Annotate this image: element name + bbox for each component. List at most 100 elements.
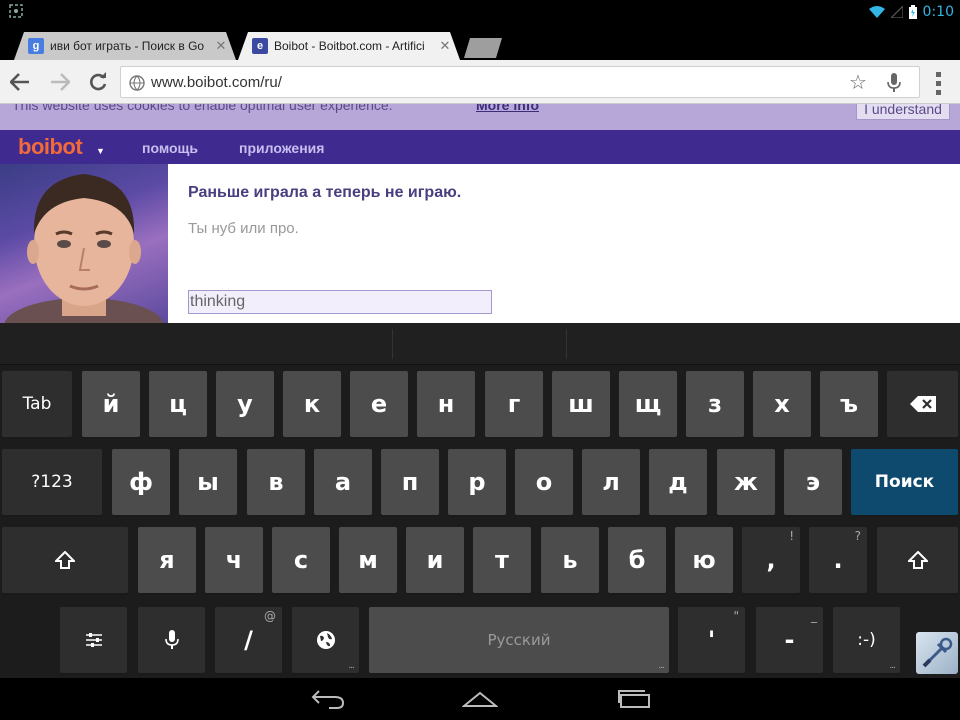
logo-dropdown-icon[interactable]: ▼ xyxy=(96,146,105,156)
key-letter[interactable]: з xyxy=(686,371,744,437)
key-letter[interactable]: х xyxy=(753,371,811,437)
boibot-favicon: e xyxy=(252,38,268,54)
suggestion-strip xyxy=(0,323,960,365)
key-dash[interactable]: - _ xyxy=(756,607,823,673)
key-letter[interactable]: ч xyxy=(205,527,263,593)
bot-message: Раньше играла а теперь не играю. xyxy=(188,184,462,201)
system-nav-bar xyxy=(0,678,960,720)
key-letter[interactable]: ю xyxy=(675,527,733,593)
cookie-banner: This website uses cookies to enable opti… xyxy=(0,104,960,130)
key-letter[interactable]: ф xyxy=(112,449,170,515)
key-letter[interactable]: ы xyxy=(179,449,237,515)
back-icon[interactable] xyxy=(8,70,32,94)
key-letter[interactable]: б xyxy=(608,527,666,593)
input-method-icon[interactable] xyxy=(916,632,958,674)
key-label: ' xyxy=(707,626,716,654)
key-hint: @ xyxy=(264,609,276,623)
key-apostrophe[interactable]: ' " xyxy=(678,607,745,673)
new-tab-button[interactable] xyxy=(464,38,502,58)
battery-icon xyxy=(908,5,917,19)
key-letter[interactable]: д xyxy=(649,449,707,515)
key-letter[interactable]: й xyxy=(82,371,140,437)
key-more-dots: ... xyxy=(348,661,355,671)
close-tab-icon[interactable]: ✕ xyxy=(214,38,228,54)
address-bar[interactable]: www.boibot.com/ru/ ☆ xyxy=(120,66,920,98)
shift-icon[interactable] xyxy=(877,527,958,593)
cookie-text: This website uses cookies to enable opti… xyxy=(12,104,393,113)
nav-help-link[interactable]: помощь xyxy=(142,140,198,156)
language-globe-icon[interactable]: ... xyxy=(292,607,359,673)
key-letter[interactable]: с xyxy=(272,527,330,593)
key-letter[interactable]: ш xyxy=(552,371,610,437)
key-letter[interactable]: ж xyxy=(717,449,775,515)
key-letter[interactable]: л xyxy=(582,449,640,515)
key-symbols[interactable]: ?123 xyxy=(2,449,102,515)
key-slash[interactable]: / @ xyxy=(215,607,282,673)
user-message: Ты нуб или про. xyxy=(188,220,299,237)
key-smiley[interactable]: :-) ... xyxy=(833,607,900,673)
boibot-logo[interactable]: boibot xyxy=(18,134,83,160)
soft-keyboard: Tab й ц у к е н г ш щ з х ъ ?123 ф ы в а… xyxy=(0,323,960,678)
tab-strip: g иви бот играть - Поиск в Go ✕ e Boibot… xyxy=(0,24,960,60)
key-letter[interactable]: а xyxy=(314,449,372,515)
forward-icon[interactable] xyxy=(48,70,72,94)
globe-icon xyxy=(129,75,145,91)
key-letter[interactable]: и xyxy=(406,527,464,593)
key-comma[interactable]: , ! xyxy=(742,527,800,593)
chat-input[interactable]: thinking xyxy=(188,290,492,314)
key-letter[interactable]: п xyxy=(381,449,439,515)
google-favicon: g xyxy=(28,38,44,54)
web-content: This website uses cookies to enable opti… xyxy=(0,104,960,323)
settings-sliders-icon[interactable] xyxy=(60,607,127,673)
key-letter[interactable]: э xyxy=(784,449,842,515)
close-tab-icon[interactable]: ✕ xyxy=(438,38,452,54)
key-letter[interactable]: р xyxy=(448,449,506,515)
key-letter[interactable]: ь xyxy=(541,527,599,593)
shift-icon[interactable] xyxy=(2,527,128,593)
key-letter[interactable]: т xyxy=(473,527,531,593)
key-letter[interactable]: к xyxy=(283,371,341,437)
suggestion-divider xyxy=(392,329,393,359)
nav-back-icon[interactable] xyxy=(308,686,348,712)
key-letter[interactable]: у xyxy=(216,371,274,437)
nav-recent-apps-icon[interactable] xyxy=(614,686,654,712)
cookie-accept-button[interactable]: I understand xyxy=(856,104,950,120)
nav-home-icon[interactable] xyxy=(460,686,500,712)
key-letter[interactable]: в xyxy=(247,449,305,515)
backspace-icon[interactable] xyxy=(887,371,958,437)
browser-toolbar: www.boibot.com/ru/ ☆ xyxy=(0,60,960,104)
nav-apps-link[interactable]: приложения xyxy=(239,140,324,156)
wifi-icon xyxy=(868,6,885,18)
key-letter[interactable]: щ xyxy=(619,371,677,437)
search-key[interactable]: Поиск xyxy=(851,449,958,515)
screenshot-icon xyxy=(8,4,24,20)
tab-google-search[interactable]: g иви бот играть - Поиск в Go ✕ xyxy=(14,32,236,60)
mic-icon[interactable] xyxy=(883,72,905,94)
site-nav: boibot ▼ помощь приложения xyxy=(0,130,960,164)
star-icon[interactable]: ☆ xyxy=(847,72,869,94)
key-hint: ? xyxy=(854,529,861,543)
key-letter[interactable]: н xyxy=(417,371,475,437)
reload-icon[interactable] xyxy=(86,70,110,94)
mic-icon[interactable] xyxy=(138,607,205,673)
tab-boibot[interactable]: e Boibot - Boitbot.com - Artifici ✕ xyxy=(238,32,460,60)
key-letter[interactable]: г xyxy=(485,371,543,437)
key-letter[interactable]: м xyxy=(339,527,397,593)
suggestion-divider xyxy=(566,329,567,359)
status-icons: 0:10 xyxy=(868,0,954,24)
cookie-more-info-link[interactable]: More info xyxy=(476,104,539,113)
key-letter[interactable]: о xyxy=(515,449,573,515)
key-letter[interactable]: е xyxy=(350,371,408,437)
key-tab[interactable]: Tab xyxy=(2,371,72,437)
tab-title: Boibot - Boitbot.com - Artifici xyxy=(274,39,425,53)
key-hint: ! xyxy=(789,529,794,543)
space-bar[interactable]: Русский ... xyxy=(369,607,669,673)
key-label: :-) xyxy=(857,630,876,650)
key-letter[interactable]: я xyxy=(138,527,196,593)
key-letter[interactable]: ц xyxy=(149,371,207,437)
key-letter[interactable]: ъ xyxy=(820,371,878,437)
tab-title: иви бот играть - Поиск в Go xyxy=(50,39,205,53)
key-period[interactable]: . ? xyxy=(809,527,867,593)
status-bar: 0:10 xyxy=(0,0,960,24)
overflow-menu-icon[interactable] xyxy=(928,72,948,96)
